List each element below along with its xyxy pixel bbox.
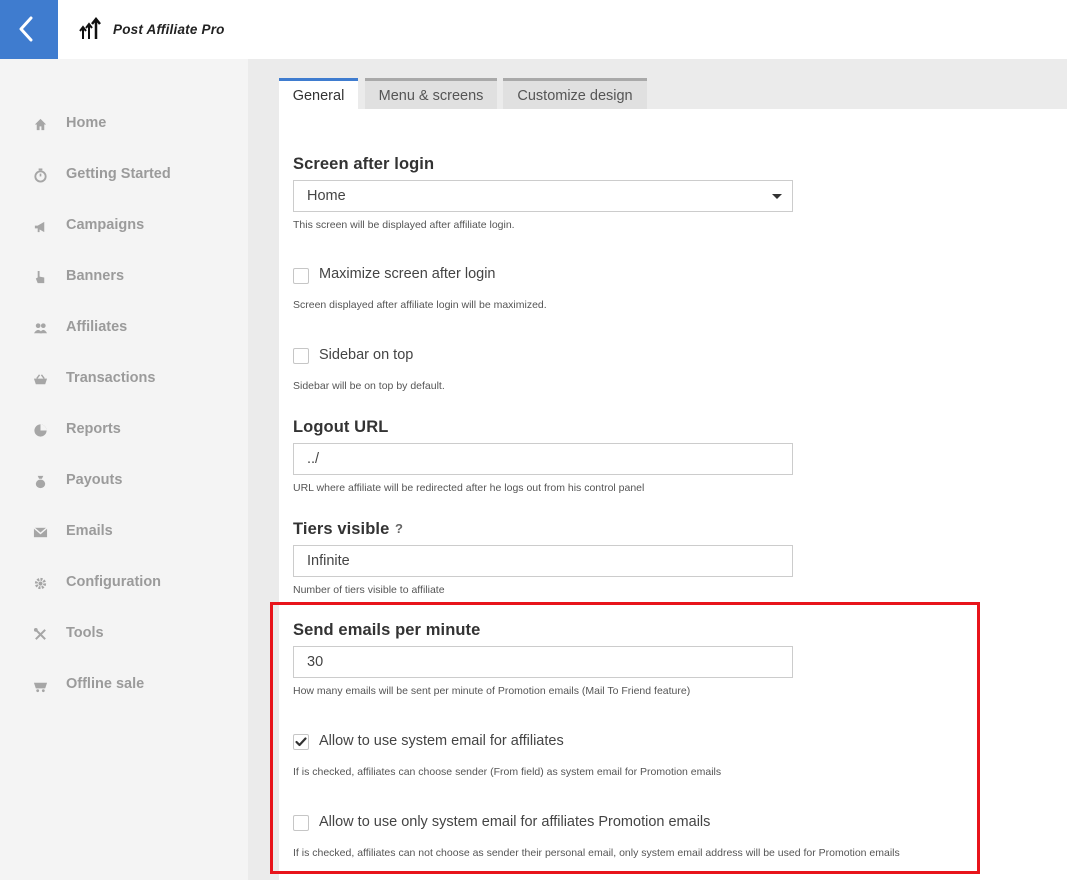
logo[interactable]: Post Affiliate Pro: [77, 16, 225, 42]
sidebar-item-emails[interactable]: Emails: [0, 514, 248, 550]
sidebar-item-label: Banners: [66, 268, 125, 284]
tiers-visible-input[interactable]: [293, 545, 793, 577]
send-emails-per-minute-hint: How many emails will be sent per minute …: [293, 685, 691, 697]
screen-after-login-hint: This screen will be displayed after affi…: [293, 219, 515, 231]
sidebar-item-getting-started[interactable]: Getting Started: [0, 157, 248, 193]
top-bar: Post Affiliate Pro: [0, 0, 1067, 59]
sidebar-item-label: Reports: [66, 421, 121, 437]
sidebar-item-home[interactable]: Home: [0, 106, 248, 142]
hand-pointer-icon: [35, 270, 45, 284]
sidebar-item-banners[interactable]: Banners: [0, 259, 248, 295]
sidebar-item-label: Tools: [66, 625, 104, 641]
logout-url-input[interactable]: [293, 443, 793, 475]
sidebar-item-tools[interactable]: Tools: [0, 616, 248, 652]
sidebar-item-label: Payouts: [66, 472, 123, 488]
sidebar-item-affiliates[interactable]: Affiliates: [0, 310, 248, 346]
sidebar-item-label: Getting Started: [66, 166, 171, 182]
screen-after-login-label: Screen after login: [293, 155, 435, 173]
sidebar-item-transactions[interactable]: Transactions: [0, 361, 248, 397]
sidebar-on-top-label[interactable]: Sidebar on top: [319, 347, 413, 363]
tab-label: Customize design: [517, 88, 633, 104]
chevron-left-icon: [19, 16, 33, 42]
sidebar-item-label: Home: [66, 115, 107, 131]
sidebar-item-label: Affiliates: [66, 319, 128, 335]
tab-customize-design[interactable]: Customize design: [503, 78, 647, 109]
tools-icon: [33, 627, 46, 640]
maximize-screen-label[interactable]: Maximize screen after login: [319, 266, 496, 282]
logout-url-hint: URL where affiliate will be redirected a…: [293, 482, 645, 494]
screen-after-login-select[interactable]: Home: [293, 180, 793, 212]
pie-chart-icon: [34, 424, 47, 437]
tab-label: Menu & screens: [378, 88, 484, 104]
select-value: Home: [307, 188, 346, 204]
tiers-visible-label: Tiers visible: [293, 520, 390, 538]
envelope-icon: [33, 527, 48, 538]
sidebar-item-offline-sale[interactable]: Offline sale: [0, 667, 248, 703]
help-icon[interactable]: ?: [395, 521, 403, 536]
sidebar-item-reports[interactable]: Reports: [0, 412, 248, 448]
tab-menu-screens[interactable]: Menu & screens: [365, 78, 497, 109]
maximize-screen-hint: Screen displayed after affiliate login w…: [293, 299, 547, 311]
sidebar-item-label: Configuration: [66, 574, 162, 590]
sidebar-item-label: Offline sale: [66, 676, 145, 692]
money-bag-icon: [35, 475, 46, 489]
send-emails-per-minute-label: Send emails per minute: [293, 621, 481, 639]
megaphone-icon: [34, 221, 45, 233]
maximize-screen-checkbox[interactable]: [293, 268, 309, 284]
tab-general[interactable]: General: [279, 78, 358, 109]
stopwatch-icon: [34, 168, 47, 183]
tiers-visible-hint: Number of tiers visible to affiliate: [293, 584, 445, 596]
logout-url-label: Logout URL: [293, 418, 389, 436]
allow-only-system-email-checkbox[interactable]: [293, 815, 309, 831]
tab-label: General: [292, 88, 345, 104]
allow-system-email-checkbox[interactable]: [293, 734, 309, 750]
back-button[interactable]: [0, 0, 58, 59]
sidebar-item-campaigns[interactable]: Campaigns: [0, 208, 248, 244]
sidebar-item-label: Transactions: [66, 370, 156, 386]
sidebar-item-label: Campaigns: [66, 217, 145, 233]
cart-icon: [33, 682, 48, 693]
arrows-up-icon: [79, 17, 101, 39]
sidebar-item-configuration[interactable]: Configuration: [0, 565, 248, 601]
basket-icon: [33, 374, 48, 385]
app-title: Post Affiliate Pro: [113, 21, 225, 37]
allow-system-email-hint: If is checked, affiliates can choose sen…: [293, 766, 722, 778]
caret-down-icon: [772, 194, 782, 199]
sidebar-item-payouts[interactable]: Payouts: [0, 463, 248, 499]
allow-only-system-email-label[interactable]: Allow to use only system email for affil…: [319, 814, 710, 830]
gear-icon: [34, 577, 47, 590]
send-emails-per-minute-input[interactable]: [293, 646, 793, 678]
home-icon: [34, 118, 47, 131]
allow-only-system-email-hint: If is checked, affiliates can not choose…: [293, 847, 900, 859]
sidebar-on-top-checkbox[interactable]: [293, 348, 309, 364]
sidebar-item-label: Emails: [66, 523, 113, 539]
allow-system-email-label[interactable]: Allow to use system email for affiliates: [319, 733, 564, 749]
sidebar-on-top-hint: Sidebar will be on top by default.: [293, 380, 445, 392]
users-icon: [33, 323, 48, 334]
checkmark-icon: [295, 737, 307, 747]
